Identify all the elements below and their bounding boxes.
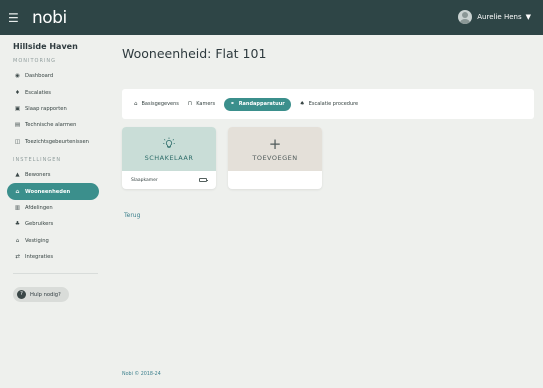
back-link[interactable]: Terug [124,212,140,219]
sidebar-item-label: Gebruikers [25,221,54,228]
sidebar-item-label: Toezichtsgebeurtenissen [25,138,89,145]
help-button[interactable]: ? Hulp nodig? [13,287,69,303]
sidebar-item-vestiging[interactable]: ⌂ Vestiging [7,233,99,249]
hamburger-icon[interactable]: ☰ [8,11,30,25]
sidebar-item-afdelingen[interactable]: ▥ Afdelingen [7,200,99,216]
bed-icon: ▣ [14,105,21,112]
tab-label: Kamers [196,101,216,107]
card-header: SCHAKELAAR [122,127,216,171]
users-icon: ♣ [15,221,20,228]
monitoring-section-heading: MONITORING [13,58,57,64]
card-header: + TOEVOEGEN [228,127,322,171]
device-card-schakelaar[interactable]: SCHAKELAAR Slaapkamer [122,127,216,189]
building-icon: ▥ [14,204,21,211]
sidebar-item-label: Technische alarmen [25,122,77,129]
tab-kamers[interactable]: ⊓ Kamers [188,98,215,111]
card-room-label: Slaapkamer [131,177,158,183]
pin-icon: ♦ [15,89,20,96]
settings-section-heading: INSTELLINGEN [13,156,62,163]
door-icon: ⊓ [187,101,193,107]
sidebar-item-label: Escalaties [25,89,52,96]
sidebar-item-label: Dashboard [25,73,54,80]
gauge-icon: ◉ [15,73,20,80]
house-icon: ⌂ [134,101,138,107]
card-footer [228,171,322,189]
tab-label: Randapparatuur [238,101,285,107]
sidebar-item-label: Wooneenheden [25,188,71,195]
sidebar-item-dashboard[interactable]: ◉ Dashboard [7,68,99,84]
page-title: Wooneenheid: Flat 101 [122,46,267,61]
add-device-card[interactable]: + TOEVOEGEN [228,127,322,189]
tab-label: Escalatie procedure [308,101,359,107]
plus-icon: + [268,134,282,153]
battery-icon [199,178,208,182]
sidebar-item-bewoners[interactable]: ▲ Bewoners [7,167,99,183]
devices-icon: ⚭ [230,101,235,107]
server-icon: ▤ [14,122,21,129]
sidebar-item-escalaties[interactable]: ♦ Escalaties [7,84,99,100]
avatar [458,10,473,24]
sidebar-item-technische-alarmen[interactable]: ▤ Technische alarmen [7,117,99,133]
tab-randapparatuur[interactable]: ⚭ Randapparatuur [224,97,291,111]
top-bar: ☰ nobi Aurelie Hens ▼ [0,0,543,35]
eye-icon: ◫ [14,138,21,145]
sidebar-item-wooneenheden[interactable]: ⌂ Wooneenheden [7,183,99,200]
home-icon: ⌂ [15,237,20,244]
sidebar-item-label: Slaap rapporten [25,105,67,112]
sidebar-item-toezichtsgebeurtenissen[interactable]: ◫ Toezichtsgebeurtenissen [7,134,99,150]
card-footer: Slaapkamer [122,171,216,189]
sync-icon: ⇄ [15,254,20,261]
sidebar-item-gebruikers[interactable]: ♣ Gebruikers [7,216,99,232]
tab-bar: ⌂ Basisgegevens ⊓ Kamers ⚭ Randapparatuu… [122,89,534,119]
footer-copyright: Nobi © 2018-24 [122,372,161,377]
chevron-down-icon: ▼ [525,13,531,21]
sidebar-divider [13,273,98,275]
user-menu[interactable]: Aurelie Hens ▼ [458,10,531,24]
sidebar: Hillside Haven MONITORING ◉ Dashboard ♦ … [0,35,107,388]
tab-escalatie-procedure[interactable]: ♠ Escalatie procedure [300,98,358,111]
tab-label: Basisgegevens [141,101,179,107]
user-name: Aurelie Hens [477,13,522,21]
help-label: Hulp nodig? [30,291,61,298]
sidebar-item-slaap-rapporten[interactable]: ▣ Slaap rapporten [7,101,99,117]
organization-name: Hillside Haven [13,42,78,51]
sidebar-item-label: Afdelingen [25,204,53,211]
sidebar-item-label: Vestiging [25,237,49,244]
sidebar-item-integraties[interactable]: ⇄ Integraties [7,249,99,265]
bell-icon: ♠ [299,101,305,107]
sidebar-item-label: Integraties [25,254,54,261]
question-icon: ? [17,290,26,300]
sidebar-item-label: Bewoners [25,172,51,179]
lightbulb-icon [163,137,175,148]
nobi-logo[interactable]: nobi [32,8,67,28]
people-icon: ▲ [15,172,20,179]
card-title: SCHAKELAAR [144,153,194,162]
card-title: TOEVOEGEN [252,153,298,162]
tab-basisgegevens[interactable]: ⌂ Basisgegevens [134,98,179,111]
house-icon: ⌂ [15,188,20,195]
